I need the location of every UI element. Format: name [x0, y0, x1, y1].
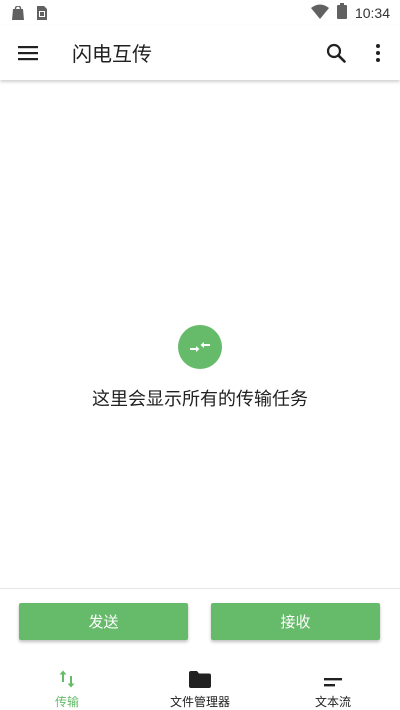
battery-icon: [336, 3, 347, 23]
nav-label-transfer: 传输: [54, 695, 79, 709]
menu-icon: [18, 46, 38, 61]
status-time: 10:34: [354, 5, 390, 21]
nav-label-text-stream: 文本流: [314, 695, 351, 709]
search-button[interactable]: [322, 39, 350, 67]
send-button[interactable]: 发送: [19, 603, 188, 640]
menu-button[interactable]: [14, 39, 42, 67]
nav-label-file-manager: 文件管理器: [169, 695, 230, 709]
nav-item-text-stream[interactable]: 文本流: [296, 655, 370, 710]
sim-card-icon: [36, 5, 48, 24]
nav-item-file-manager[interactable]: 文件管理器: [160, 655, 240, 710]
receive-button[interactable]: 接收: [211, 603, 380, 640]
short-text-icon: [324, 678, 342, 687]
page-title: 闪电互传: [72, 42, 152, 66]
shopping-bag-icon: [10, 5, 26, 24]
search-icon: [326, 43, 346, 63]
swap-vertical-icon: [59, 670, 75, 688]
wifi-icon: [310, 4, 329, 23]
more-vert-icon: [376, 44, 380, 62]
transfer-task-list: 这里会显示所有的传输任务: [0, 80, 400, 588]
folder-icon: [189, 671, 211, 688]
empty-state-message: 这里会显示所有的传输任务: [92, 389, 308, 410]
transfer-arrows-icon: [190, 342, 210, 352]
divider: [0, 588, 400, 589]
app-bar: 闪电互传: [0, 25, 400, 80]
empty-state-badge: [178, 325, 222, 369]
bottom-navigation: 传输 文件管理器 文本流: [0, 655, 400, 710]
status-bar: 10:34: [0, 0, 400, 25]
more-options-button[interactable]: [366, 39, 390, 67]
nav-item-transfer[interactable]: 传输: [30, 655, 104, 710]
